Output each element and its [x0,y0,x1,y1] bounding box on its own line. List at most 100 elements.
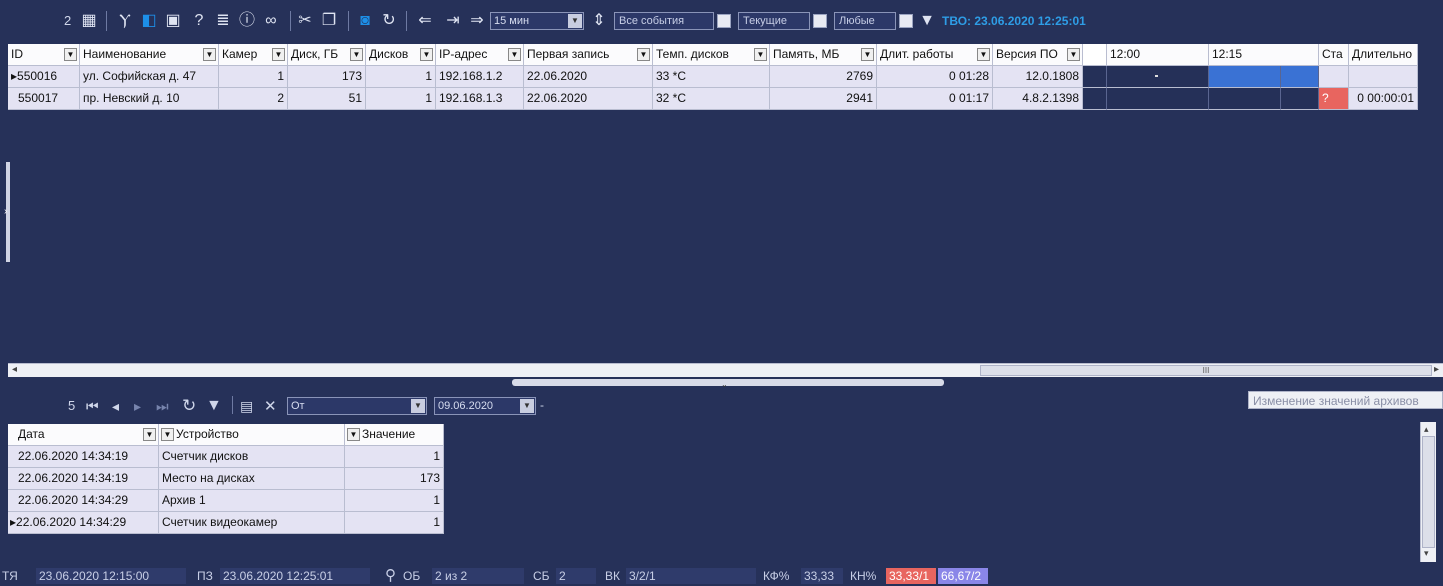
chevron-down-icon[interactable]: ▼ [350,48,363,61]
grid-view-icon[interactable]: ▦ [80,12,98,30]
col-id[interactable]: ID ▼ [8,44,80,66]
chevron-down-icon[interactable]: ⌄ [721,380,728,389]
chevron-down-icon[interactable]: ▼ [64,48,77,61]
timeline-cell [1209,88,1281,110]
scroll-right-icon[interactable]: ▸ [1434,364,1439,375]
save-icon[interactable]: ◙ [356,12,374,30]
first-page-icon[interactable]: ⏮ [86,398,99,415]
document-icon[interactable]: ▣ [164,12,182,30]
prev-icon[interactable]: ◂ [112,398,119,415]
list-icon[interactable]: ≣ [214,12,232,30]
scissors-icon[interactable]: ✂ [296,12,314,30]
tree-view-icon[interactable]: ◧ [140,12,158,30]
excel-icon[interactable]: ✕ [264,397,277,415]
col-uptime[interactable]: Длит. работы ▼ [877,44,993,66]
cell-id: 550017 [8,88,80,110]
table-row[interactable]: 22.06.2020 14:34:29 Архив 1 1 [8,490,444,512]
chevron-down-icon[interactable]: ▼ [411,399,425,413]
chevron-down-icon[interactable]: ▼ [161,428,174,441]
chevron-down-icon[interactable]: ▼ [637,48,650,61]
arrow-end-icon[interactable]: ⇥ [444,12,462,30]
copy-icon[interactable]: ❐ [320,12,338,30]
col-status[interactable]: Ста [1319,44,1349,66]
col-first-record[interactable]: Первая запись ▼ [524,44,653,66]
col-device[interactable]: ▼ Устройство [159,424,345,446]
scroll-down-icon[interactable]: ▾ [1424,548,1429,559]
chevron-down-icon[interactable]: ▼ [520,399,534,413]
filter-icon[interactable]: ▼ [918,12,936,30]
col-disks[interactable]: Дисков ▼ [366,44,436,66]
table-row[interactable]: ▸22.06.2020 14:34:29 Счетчик видеокамер … [8,512,444,534]
col-memory[interactable]: Память, МБ ▼ [770,44,877,66]
col-name[interactable]: Наименование ▼ [80,44,219,66]
vk-label: ВК [605,569,620,583]
any-checkbox[interactable] [899,14,913,28]
chevron-down-icon[interactable]: ▼ [420,48,433,61]
sort-icon[interactable]: ⇕ [590,12,608,30]
cell-ip: 192.168.1.3 [436,88,524,110]
scroll-thumb[interactable]: III [980,365,1432,376]
chevron-down-icon[interactable]: ▼ [508,48,521,61]
filter-icon[interactable]: ▼ [206,397,222,415]
scroll-up-icon[interactable]: ▴ [1424,424,1429,435]
arrow-right-icon[interactable]: ⇒ [468,12,486,30]
table-row[interactable]: ▸550016 ул. Софийская д. 47 1 173 1 192.… [8,66,1418,88]
table-row[interactable]: 22.06.2020 14:34:19 Место на дисках 173 [8,468,444,490]
refresh-icon[interactable]: ↻ [380,12,398,30]
scroll-left-icon[interactable]: ◂ [12,364,17,375]
date-from-input[interactable]: 09.06.2020 ▼ [434,397,536,415]
scroll-thumb[interactable] [1422,436,1435,548]
cell-cams: 2 [219,88,288,110]
col-date[interactable]: Дата ▼ [8,424,159,446]
chevron-down-icon[interactable]: ▼ [977,48,990,61]
all-events-checkbox[interactable] [717,14,731,28]
current-toggle[interactable]: Текущие [738,12,827,30]
timeline-cell [1281,88,1319,110]
chevron-right-icon[interactable]: › [4,206,7,217]
current-checkbox[interactable] [813,14,827,28]
cell-text: 550016 [17,69,58,83]
col-disk-temp[interactable]: Темп. дисков ▼ [653,44,770,66]
chevron-down-icon[interactable]: ▼ [568,14,582,28]
filter-columns-icon[interactable]: Ⲩ [116,12,134,30]
table-row[interactable]: 550017 пр. Невский д. 10 2 51 1 192.168.… [8,88,1418,110]
period-select[interactable]: 15 мин ▼ [490,12,584,30]
cell-device: Архив 1 [159,490,345,512]
vertical-scrollbar[interactable]: ▴ ▾ [1420,422,1436,562]
refresh-icon[interactable]: ↻ [182,396,196,416]
col-duration[interactable]: Длительно [1349,44,1418,66]
table-icon[interactable]: ▤ [240,398,253,415]
col-spacer [1083,44,1107,66]
arrow-left-icon[interactable]: ⇐ [416,12,434,30]
col-ip[interactable]: IP-адрес ▼ [436,44,524,66]
current-label: Текущие [743,15,787,27]
any-toggle[interactable]: Любые [834,12,913,30]
table-row[interactable]: 22.06.2020 14:34:19 Счетчик дисков 1 [8,446,444,468]
panel-splitter[interactable] [512,379,944,386]
chevron-down-icon[interactable]: ▼ [203,48,216,61]
cell-date: 22.06.2020 14:34:19 [8,446,159,468]
link-icon[interactable]: ∞ [260,12,282,30]
chevron-down-icon[interactable]: ▼ [1067,48,1080,61]
sb-value: 2 [556,568,596,584]
chevron-down-icon[interactable]: ▼ [754,48,767,61]
chevron-down-icon[interactable]: ▼ [272,48,285,61]
help-document-icon[interactable]: ? [190,12,208,30]
chevron-down-icon[interactable]: ▼ [861,48,874,61]
chevron-down-icon[interactable]: ▼ [143,428,156,441]
col-value[interactable]: ▼ Значение [345,424,444,446]
range-dash: - [540,398,544,412]
col-version[interactable]: Версия ПО ▼ [993,44,1083,66]
last-page-icon[interactable]: ⏭ [156,398,169,415]
cell-id: ▸550016 [8,66,80,88]
col-disk[interactable]: Диск, ГБ ▼ [288,44,366,66]
cell-version: 4.8.2.1398 [993,88,1083,110]
chevron-down-icon[interactable]: ▼ [347,428,360,441]
horizontal-scrollbar[interactable]: ◂ III ▸ [8,363,1443,377]
next-icon[interactable]: ▸ [134,398,141,415]
col-cams[interactable]: Камер ▼ [219,44,288,66]
grid-header: Дата ▼ ▼ Устройство ▼ Значение [8,424,444,446]
info-icon[interactable]: ⓘ [238,12,256,30]
range-from-select[interactable]: От ▼ [287,397,427,415]
all-events-toggle[interactable]: Все события [614,12,731,30]
